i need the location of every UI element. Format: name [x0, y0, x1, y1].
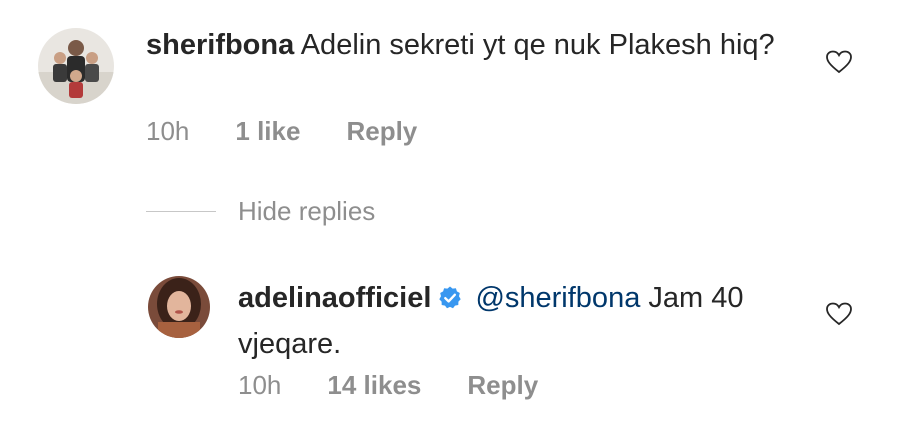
hide-replies-button[interactable]: Hide replies	[146, 196, 375, 227]
reply-username[interactable]: adelinaofficiel	[238, 282, 431, 314]
reply-meta: 10h 14 likes Reply	[238, 370, 538, 401]
verified-badge-icon	[437, 281, 463, 323]
comment-text: Adelin sekreti yt qe nuk Plakesh hiq?	[300, 29, 775, 61]
hide-replies-label: Hide replies	[238, 196, 376, 226]
comment-body: sherifbona Adelin sekreti yt qe nuk Plak…	[146, 24, 786, 66]
avatar[interactable]	[38, 28, 114, 104]
comment-meta: 10h 1 like Reply	[146, 116, 417, 147]
comment-likes[interactable]: 1 like	[235, 116, 300, 147]
reply-likes[interactable]: 14 likes	[327, 370, 421, 401]
like-heart-icon[interactable]	[826, 302, 852, 331]
mention-link[interactable]: @sherifbona	[475, 282, 640, 314]
reply-button[interactable]: Reply	[346, 116, 417, 147]
reply-body: adelinaofficiel @sherifbona Jam 40 vjeqa…	[238, 277, 798, 365]
divider-line	[146, 211, 216, 212]
reply-time[interactable]: 10h	[238, 370, 281, 401]
comment-username[interactable]: sherifbona	[146, 29, 294, 61]
avatar-photo	[148, 276, 210, 338]
avatar-photo	[38, 28, 114, 104]
like-heart-icon[interactable]	[826, 50, 852, 79]
avatar[interactable]	[148, 276, 210, 338]
comment-time[interactable]: 10h	[146, 116, 189, 147]
reply-button[interactable]: Reply	[467, 370, 538, 401]
